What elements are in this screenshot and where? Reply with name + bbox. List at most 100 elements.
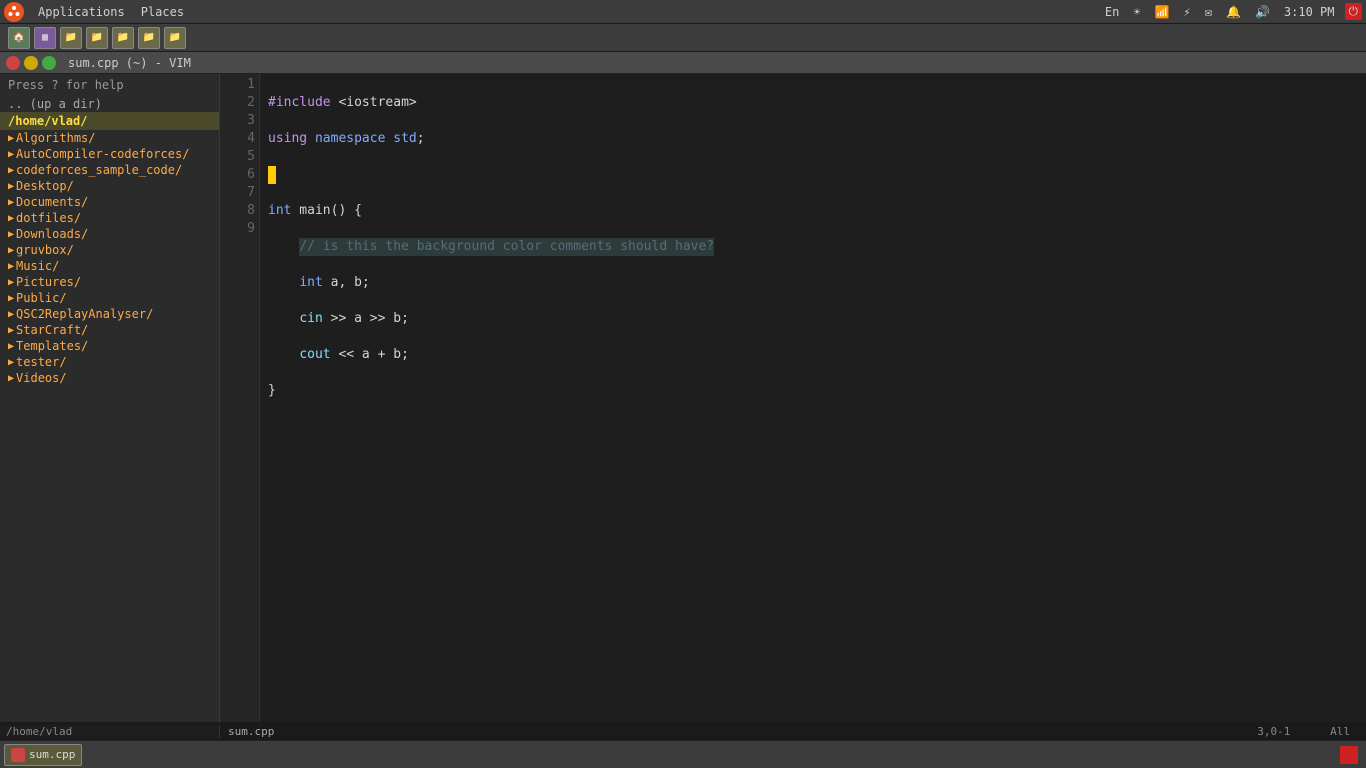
vim-editor[interactable]: 1 2 3 4 5 6 7 8 9 #include <iostream> us…: [220, 74, 1366, 722]
file-tree: Press ? for help .. (up a dir) /home/vla…: [0, 74, 220, 722]
filetree-current[interactable]: /home/vlad/: [0, 112, 219, 130]
bluetooth-icon: ⚡: [1180, 5, 1195, 19]
arrow-icon: ▶: [8, 293, 14, 304]
code-line-6: int a, b;: [268, 274, 1358, 292]
code-line-7: cin >> a >> b;: [268, 310, 1358, 328]
arrow-icon: ▶: [8, 357, 14, 368]
arrow-icon: ▶: [8, 245, 14, 256]
filetree-item-videos[interactable]: ▶ Videos/: [0, 370, 219, 386]
list-item: dotfiles/: [16, 211, 81, 225]
taskbar-app-button[interactable]: sum.cpp: [4, 744, 82, 766]
filetree-item-downloads[interactable]: ▶ Downloads/: [0, 226, 219, 242]
menu-places[interactable]: Places: [133, 3, 192, 21]
list-item: Algorithms/: [16, 131, 95, 145]
tb-folder1-icon[interactable]: 📁: [60, 27, 82, 49]
bottom-taskbar: sum.cpp: [0, 740, 1366, 768]
tb-folder2-icon[interactable]: 📁: [86, 27, 108, 49]
volume-icon: 🔊: [1251, 5, 1274, 19]
filetree-item-music[interactable]: ▶ Music/: [0, 258, 219, 274]
filetree-item-codeforces[interactable]: ▶ codeforces_sample_code/: [0, 162, 219, 178]
tb-folder5-icon[interactable]: 📁: [164, 27, 186, 49]
list-item: Desktop/: [16, 179, 74, 193]
brightness-icon: ☀: [1129, 5, 1144, 19]
list-item: gruvbox/: [16, 243, 74, 257]
taskbar-icons: 🏠 ▦ 📁 📁 📁 📁 📁: [0, 24, 1366, 52]
line-numbers: 1 2 3 4 5 6 7 8 9: [220, 74, 260, 722]
code-line-2: using namespace std;: [268, 130, 1358, 148]
filetree-parent[interactable]: .. (up a dir): [0, 96, 219, 112]
menu-applications[interactable]: Applications: [30, 3, 133, 21]
list-item: Templates/: [16, 339, 88, 353]
list-item: StarCraft/: [16, 323, 88, 337]
filetree-item-tester[interactable]: ▶ tester/: [0, 354, 219, 370]
app-icon: [11, 748, 25, 762]
status-center: sum.cpp 3,0-1 All: [220, 725, 1366, 738]
status-bar: /home/vlad sum.cpp 3,0-1 All: [0, 722, 1366, 740]
arrow-icon: ▶: [8, 341, 14, 352]
code-content[interactable]: #include <iostream> using namespace std;…: [260, 74, 1366, 722]
code-line-9: }: [268, 382, 1358, 400]
arrow-icon: ▶: [8, 229, 14, 240]
list-item: QSC2ReplayAnalyser/: [16, 307, 153, 321]
filetree-item-templates[interactable]: ▶ Templates/: [0, 338, 219, 354]
menu-right: En ☀ 📶 ⚡ ✉ 🔔 🔊 3:10 PM ⏻: [1101, 3, 1362, 20]
menubar: Applications Places En ☀ 📶 ⚡ ✉ 🔔 🔊 3:10 …: [0, 0, 1366, 24]
notification-icon: 🔔: [1222, 5, 1245, 19]
filetree-item-public[interactable]: ▶ Public/: [0, 290, 219, 306]
power-icon[interactable]: ⏻: [1345, 3, 1363, 20]
arrow-icon: ▶: [8, 277, 14, 288]
tb-app-icon[interactable]: ▦: [34, 27, 56, 49]
list-item: Music/: [16, 259, 59, 273]
list-item: Downloads/: [16, 227, 88, 241]
arrow-icon: ▶: [8, 197, 14, 208]
filetree-item-pictures[interactable]: ▶ Pictures/: [0, 274, 219, 290]
status-position: 3,0-1 All: [1257, 725, 1358, 738]
code-line-5: // is this the background color comments…: [268, 238, 1358, 256]
filetree-item-documents[interactable]: ▶ Documents/: [0, 194, 219, 210]
filetree-item-autocompiler[interactable]: ▶ AutoCompiler-codeforces/: [0, 146, 219, 162]
arrow-icon: ▶: [8, 261, 14, 272]
ubuntu-logo[interactable]: [4, 2, 24, 22]
list-item: codeforces_sample_code/: [16, 163, 182, 177]
window-close-button[interactable]: [6, 56, 20, 70]
code-line-4: int main() {: [268, 202, 1358, 220]
window-minimize-button[interactable]: [24, 56, 38, 70]
filetree-item-qsc2[interactable]: ▶ QSC2ReplayAnalyser/: [0, 306, 219, 322]
tb-folder3-icon[interactable]: 📁: [112, 27, 134, 49]
tb-home-icon[interactable]: 🏠: [8, 27, 30, 49]
main-area: Press ? for help .. (up a dir) /home/vla…: [0, 74, 1366, 722]
status-scroll: All: [1330, 725, 1350, 738]
filetree-item-starcraft[interactable]: ▶ StarCraft/: [0, 322, 219, 338]
code-line-1: #include <iostream>: [268, 94, 1358, 112]
taskbar-right: [1340, 746, 1362, 764]
wifi-icon: 📶: [1151, 5, 1174, 19]
code-line-3: [268, 166, 1358, 184]
lang-indicator: En: [1101, 5, 1123, 19]
taskbar-red-indicator: [1340, 746, 1358, 764]
tb-folder4-icon[interactable]: 📁: [138, 27, 160, 49]
editor-content: 1 2 3 4 5 6 7 8 9 #include <iostream> us…: [220, 74, 1366, 722]
list-item: Pictures/: [16, 275, 81, 289]
list-item: Videos/: [16, 371, 67, 385]
filetree-item-gruvbox[interactable]: ▶ gruvbox/: [0, 242, 219, 258]
arrow-icon: ▶: [8, 133, 14, 144]
arrow-icon: ▶: [8, 325, 14, 336]
filetree-item-desktop[interactable]: ▶ Desktop/: [0, 178, 219, 194]
status-path: /home/vlad: [0, 725, 220, 738]
arrow-icon: ▶: [8, 165, 14, 176]
list-item: Public/: [16, 291, 67, 305]
list-item: tester/: [16, 355, 67, 369]
code-line-8: cout << a + b;: [268, 346, 1358, 364]
filetree-item-algorithms[interactable]: ▶ Algorithms/: [0, 130, 219, 146]
taskbar-app-label: sum.cpp: [29, 748, 75, 761]
list-item: AutoCompiler-codeforces/: [16, 147, 189, 161]
filetree-item-dotfiles[interactable]: ▶ dotfiles/: [0, 210, 219, 226]
arrow-icon: ▶: [8, 373, 14, 384]
window-title: sum.cpp (~) - VIM: [68, 56, 191, 70]
list-item: Documents/: [16, 195, 88, 209]
vim-cursor: [268, 166, 276, 184]
arrow-icon: ▶: [8, 309, 14, 320]
mail-icon: ✉: [1201, 5, 1216, 19]
arrow-icon: ▶: [8, 181, 14, 192]
window-maximize-button[interactable]: [42, 56, 56, 70]
